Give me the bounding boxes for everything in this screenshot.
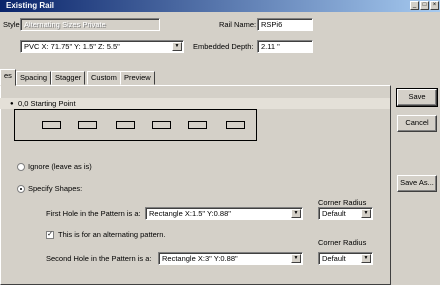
tab-preview[interactable]: Preview bbox=[120, 71, 155, 85]
corner-radius-dropdown-1[interactable]: Default ▼ bbox=[318, 207, 373, 220]
first-hole-label: First Hole in the Pattern is a: bbox=[46, 209, 141, 218]
specify-radio[interactable] bbox=[17, 185, 25, 193]
minimize-button[interactable]: _ bbox=[410, 1, 419, 10]
second-hole-dropdown[interactable]: Rectangle X:3" Y:0.88" ▼ bbox=[158, 252, 303, 265]
corner-radius-label-2: Corner Radius bbox=[318, 238, 367, 247]
alternating-checkbox[interactable]: ✓ bbox=[46, 231, 54, 239]
chevron-down-icon[interactable]: ▼ bbox=[172, 42, 182, 51]
corner-radius-value-2: Default bbox=[322, 254, 346, 263]
starting-point-bullet: ● bbox=[10, 101, 14, 107]
hole-shape bbox=[42, 121, 61, 129]
embedded-depth-input[interactable]: 2.11 " bbox=[257, 40, 313, 53]
position-dropdown[interactable]: PVC X: 71.75" Y: 1.5" Z: 5.5" ▼ bbox=[20, 40, 184, 53]
window-title: Existing Rail bbox=[6, 1, 55, 10]
rail-name-input[interactable]: RSPi6 bbox=[257, 18, 313, 31]
chevron-down-icon[interactable]: ▼ bbox=[291, 254, 301, 263]
rail-name-label: Rail Name: bbox=[219, 20, 257, 29]
chevron-down-icon[interactable]: ▼ bbox=[361, 209, 371, 218]
save-button[interactable]: Save bbox=[396, 88, 438, 107]
hole-shape bbox=[78, 121, 97, 129]
specify-label: Specify Shapes: bbox=[28, 184, 83, 193]
style-label: Style: bbox=[3, 20, 22, 29]
cancel-button[interactable]: Cancel bbox=[397, 115, 437, 132]
hole-shape bbox=[188, 121, 207, 129]
corner-radius-value-1: Default bbox=[322, 209, 346, 218]
tab-shapes[interactable]: es bbox=[0, 69, 16, 86]
maximize-button[interactable]: □ bbox=[420, 1, 429, 10]
tab-custom[interactable]: Custom bbox=[87, 71, 121, 85]
tab-stagger[interactable]: Stagger bbox=[51, 71, 86, 85]
hole-shape bbox=[116, 121, 135, 129]
ignore-radio[interactable] bbox=[17, 163, 25, 171]
first-hole-value: Rectangle X:1.5" Y:0.88" bbox=[149, 209, 231, 218]
title-bar bbox=[0, 0, 440, 12]
first-hole-dropdown[interactable]: Rectangle X:1.5" Y:0.88" ▼ bbox=[145, 207, 303, 220]
second-hole-label: Second Hole in the Pattern is a: bbox=[46, 254, 152, 263]
style-field: Alternating Sizes Private bbox=[20, 18, 160, 31]
save-as-button[interactable]: Save As... bbox=[397, 175, 437, 192]
chevron-down-icon[interactable]: ▼ bbox=[291, 209, 301, 218]
alternating-label: This is for an alternating pattern. bbox=[58, 230, 166, 239]
chevron-down-icon[interactable]: ▼ bbox=[361, 254, 371, 263]
ignore-label: Ignore (leave as is) bbox=[28, 162, 92, 171]
close-button[interactable]: × bbox=[430, 1, 439, 10]
starting-point-label: 0,0 Starting Point bbox=[18, 99, 76, 108]
hole-shape bbox=[226, 121, 245, 129]
tab-spacing[interactable]: Spacing bbox=[16, 71, 52, 85]
second-hole-value: Rectangle X:3" Y:0.88" bbox=[162, 254, 238, 263]
corner-radius-dropdown-2[interactable]: Default ▼ bbox=[318, 252, 373, 265]
hole-shape bbox=[152, 121, 171, 129]
position-value: PVC X: 71.75" Y: 1.5" Z: 5.5" bbox=[24, 42, 120, 51]
embedded-depth-label: Embedded Depth: bbox=[193, 42, 254, 51]
